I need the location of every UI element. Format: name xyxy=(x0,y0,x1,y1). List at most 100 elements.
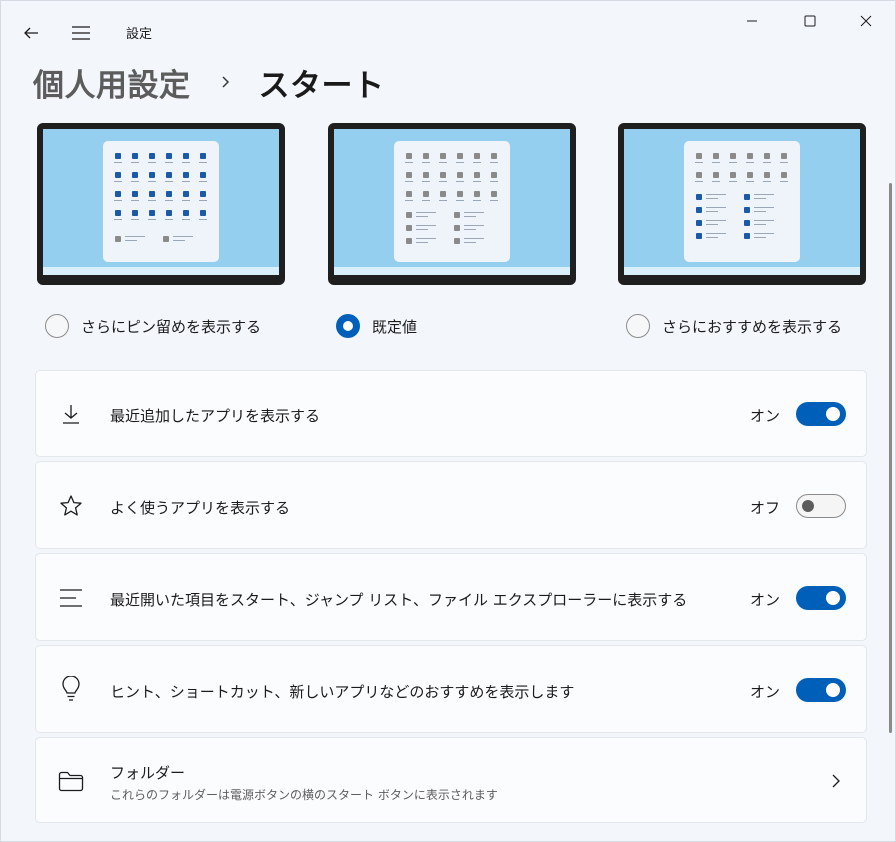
thumbnail-line xyxy=(754,237,766,238)
thumbnail-line xyxy=(405,162,413,163)
thumbnail-line xyxy=(131,181,139,182)
thumbnail-line xyxy=(712,162,720,163)
minimize-button[interactable] xyxy=(729,5,775,37)
thumbnail-line xyxy=(706,224,718,225)
thumbnail-tile xyxy=(730,172,736,178)
thumbnail-tile xyxy=(747,153,753,159)
layout-preview-more-recommendations[interactable] xyxy=(618,123,866,285)
setting-recently-opened-items: 最近開いた項目をスタート、ジャンプ リスト、ファイル エクスプローラーに表示する… xyxy=(35,553,867,641)
recommendations-toggle[interactable] xyxy=(796,678,846,702)
thumbnail-line xyxy=(416,212,436,213)
thumbnail-tile xyxy=(406,191,412,197)
layout-preview-default[interactable] xyxy=(328,123,576,285)
thumbnail-tile xyxy=(149,191,155,197)
thumbnail-tile xyxy=(183,191,189,197)
thumbnail-line xyxy=(464,238,484,239)
thumbnail-tile xyxy=(457,172,463,178)
thumbnail-tile xyxy=(200,191,206,197)
settings-window: 設定 個人用設定 スタート さらにピン留めを表示する 既定値 さらにおすすめを表… xyxy=(0,0,896,842)
thumbnail-line xyxy=(754,194,774,195)
thumbnail-line xyxy=(746,162,754,163)
thumbnail-line xyxy=(131,162,139,163)
thumbnail-line xyxy=(131,200,139,201)
radio-label: 既定値 xyxy=(372,317,418,336)
most-used-apps-toggle[interactable] xyxy=(796,494,846,518)
thumbnail-line xyxy=(473,162,481,163)
radio-button[interactable] xyxy=(45,314,69,338)
thumbnail-tile xyxy=(406,212,412,218)
breadcrumb-parent-link[interactable]: 個人用設定 xyxy=(33,60,191,105)
thumbnail-line xyxy=(199,219,207,220)
layout-preview-more-pins[interactable] xyxy=(37,123,285,285)
thumbnail-tile xyxy=(132,191,138,197)
setting-label: フォルダー xyxy=(110,764,186,782)
thumbnail-line xyxy=(464,242,476,243)
thumbnail-line xyxy=(456,200,464,201)
thumbnail-tile xyxy=(747,172,753,178)
thumbnail-line xyxy=(712,181,720,182)
thumbnail-line xyxy=(490,181,498,182)
thumbnail-line xyxy=(199,200,207,201)
thumbnail-line xyxy=(464,212,484,213)
thumbnail-tile xyxy=(491,172,497,178)
toggle-state-text: オン xyxy=(749,683,780,701)
thumbnail-line xyxy=(780,181,788,182)
radio-button[interactable] xyxy=(626,314,650,338)
thumbnail-line xyxy=(148,162,156,163)
hamburger-icon xyxy=(72,26,90,40)
setting-label: ヒント、ショートカット、新しいアプリなどのおすすめを表示します xyxy=(110,683,575,701)
toggle-state-text: オン xyxy=(749,407,780,425)
setting-recommendations: ヒント、ショートカット、新しいアプリなどのおすすめを表示します オン xyxy=(35,645,867,733)
close-button[interactable] xyxy=(843,5,889,37)
setting-folders[interactable]: フォルダー これらのフォルダーは電源ボタンの横のスタート ボタンに表示されます xyxy=(35,737,867,823)
thumbnail-tile xyxy=(149,210,155,216)
thumbnail-line xyxy=(706,237,718,238)
thumbnail-line xyxy=(490,162,498,163)
radio-button-selected[interactable] xyxy=(336,314,360,338)
back-button[interactable] xyxy=(13,17,49,49)
setting-description: これらのフォルダーは電源ボタンの横のスタート ボタンに表示されます xyxy=(110,788,498,802)
lightbulb-icon xyxy=(58,676,84,702)
thumbnail-line xyxy=(439,162,447,163)
minimize-icon xyxy=(747,20,757,22)
scrollbar[interactable] xyxy=(889,183,892,733)
thumbnail-tile xyxy=(781,172,787,178)
page-title: スタート xyxy=(258,67,385,104)
thumbnail-line xyxy=(416,225,436,226)
thumbnail-line xyxy=(182,219,190,220)
maximize-button[interactable] xyxy=(787,5,833,37)
thumbnail-tile xyxy=(744,207,750,213)
thumbnail-tile xyxy=(491,191,497,197)
thumbnail-line xyxy=(422,181,430,182)
thumbnail-line xyxy=(165,200,173,201)
breadcrumb-chevron-icon xyxy=(213,69,239,95)
navigation-menu-button[interactable] xyxy=(63,17,99,49)
thumbnail-line xyxy=(173,240,185,241)
thumbnail-line xyxy=(182,200,190,201)
thumbnail-line xyxy=(148,181,156,182)
folder-icon xyxy=(58,768,84,794)
thumbnail-line xyxy=(148,219,156,220)
star-icon xyxy=(58,493,84,519)
radio-option-more-recommendations[interactable]: さらにおすすめを表示する xyxy=(626,312,842,340)
radio-label: さらにおすすめを表示する xyxy=(662,317,843,336)
thumbnail-tile xyxy=(713,172,719,178)
thumbnail-tile xyxy=(730,153,736,159)
thumbnail-line xyxy=(706,198,718,199)
thumbnail-line xyxy=(763,181,771,182)
thumbnail-tile xyxy=(696,233,702,239)
thumbnail-line xyxy=(473,200,481,201)
thumbnail-line xyxy=(763,162,771,163)
radio-option-default[interactable]: 既定値 xyxy=(336,312,417,340)
thumbnail-tile xyxy=(454,212,460,218)
radio-option-more-pins[interactable]: さらにピン留めを表示する xyxy=(45,312,261,340)
recently-opened-items-toggle[interactable] xyxy=(796,586,846,610)
list-icon xyxy=(58,585,84,611)
thumbnail-tile xyxy=(491,153,497,159)
thumbnail-tile xyxy=(454,238,460,244)
thumbnail-tile xyxy=(696,207,702,213)
title-bar: 設定 xyxy=(1,1,895,61)
thumbnail-line xyxy=(125,240,137,241)
thumbnail-tile xyxy=(713,153,719,159)
recently-added-apps-toggle[interactable] xyxy=(796,402,846,426)
